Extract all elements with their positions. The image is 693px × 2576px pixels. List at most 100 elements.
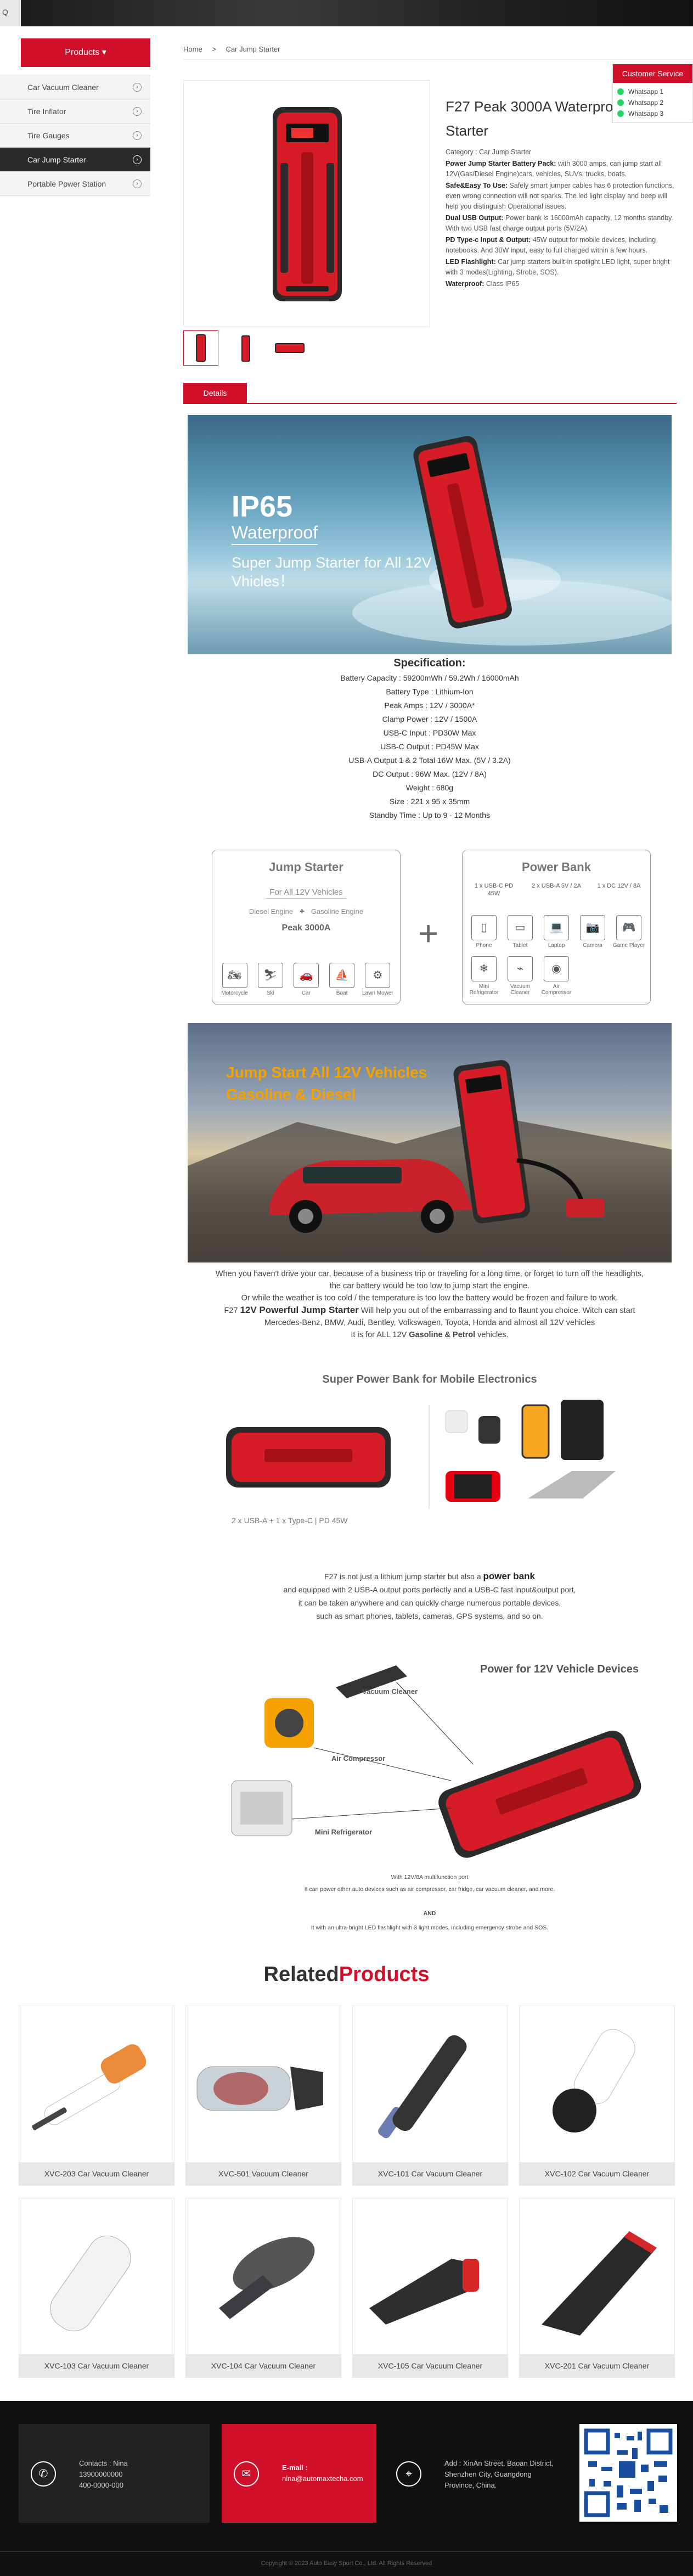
desc-fragment: vehicles. bbox=[475, 1331, 509, 1339]
product-name[interactable]: XVC-105 Car Vacuum Cleaner bbox=[353, 2354, 508, 2377]
note-line: With 12V/8A multifunction port bbox=[391, 1874, 469, 1881]
description-2: F27 is not just a lithium jump starter b… bbox=[188, 1570, 672, 1623]
qr-code bbox=[579, 2424, 677, 2522]
vehicle-icons: 🏍 Motorcycle ⛷ Ski 🚗 Car ⛵ Boat ⚙ Lawn Mower bbox=[217, 963, 396, 996]
email-text: E-mail : nina@automaxtecha.com bbox=[282, 2462, 363, 2484]
icon-label: Tablet bbox=[512, 942, 528, 949]
icon-label: Vacuum Cleaner bbox=[510, 984, 530, 996]
whatsapp-link[interactable]: Whatsapp 2 bbox=[613, 97, 692, 108]
product-image bbox=[50, 2235, 131, 2332]
ip65-banner: IP65 Waterproof Super Jump Starter for A… bbox=[188, 415, 672, 654]
product-name[interactable]: XVC-501 Vacuum Cleaner bbox=[186, 2162, 341, 2185]
product-image bbox=[542, 2231, 657, 2336]
feature-item: PD Type-c Input & Output: 45W output for… bbox=[446, 235, 675, 256]
product-card[interactable]: XVC-105 Car Vacuum Cleaner bbox=[352, 2198, 508, 2378]
product-card[interactable]: XVC-203 Car Vacuum Cleaner bbox=[19, 2006, 174, 2186]
product-thumbnail[interactable] bbox=[183, 330, 218, 366]
sidebar: Products ▾ Car Vacuum Cleaner › Tire Infl… bbox=[0, 38, 150, 196]
feature-item: LED Flashlight: Car jump starters built-… bbox=[446, 257, 675, 278]
breadcrumb-sep: > bbox=[212, 45, 216, 53]
product-name[interactable]: XVC-102 Car Vacuum Cleaner bbox=[520, 2162, 674, 2185]
breadcrumb-home[interactable]: Home bbox=[183, 45, 202, 53]
copyright: Copyright © 2023 Auto Easy Sport Co., Lt… bbox=[261, 2560, 432, 2567]
sidebar-item-tire-gauges[interactable]: Tire Gauges › bbox=[0, 124, 150, 148]
jump-starter-subtitle: For All 12V Vehicles bbox=[212, 888, 400, 899]
spec-row: Battery Capacity : 59200mWh / 59.2Wh / 1… bbox=[340, 674, 519, 682]
desc-line: Mercedes-Benz, BMW, Audi, Bentley, Volks… bbox=[264, 1318, 595, 1327]
desc-highlight: power bank bbox=[483, 1571, 535, 1581]
product-thumbnail[interactable] bbox=[273, 331, 308, 366]
desc-fragment: F27 bbox=[224, 1306, 240, 1315]
note-and: AND bbox=[423, 1910, 436, 1917]
product-image bbox=[369, 2259, 479, 2325]
sidebar-item-car-jump-starter[interactable]: Car Jump Starter › bbox=[0, 148, 150, 172]
feature-item: Waterproof: Class IP65 bbox=[446, 279, 675, 289]
whatsapp-link[interactable]: Whatsapp 1 bbox=[613, 86, 692, 97]
icon-label: Motorcycle bbox=[221, 990, 248, 996]
feature-head: Safe&Easy To Use: bbox=[446, 182, 508, 189]
footer-address: ⌖ Add : XinAn Street, Baoan District, Sh… bbox=[384, 2424, 571, 2523]
car-scene bbox=[188, 1060, 672, 1262]
product-thumbnail[interactable] bbox=[228, 331, 263, 366]
chevron-right-icon: › bbox=[133, 179, 142, 188]
sidebar-item-car-vacuum-cleaner[interactable]: Car Vacuum Cleaner › bbox=[0, 75, 150, 99]
desc-line: It is for ALL 12V Gasoline & Petrol vehi… bbox=[188, 1329, 672, 1341]
customer-service-title[interactable]: Customer Service bbox=[613, 64, 692, 83]
desc-fragment: F27 is not just a lithium jump starter b… bbox=[324, 1572, 483, 1581]
spec-row: Standby Time : Up to 9 - 12 Months bbox=[369, 811, 491, 820]
car-icon: 🚗 Car bbox=[290, 963, 323, 996]
product-name[interactable]: XVC-203 Car Vacuum Cleaner bbox=[19, 2162, 174, 2185]
jump-starter-box: Jump Starter For All 12V Vehicles Diesel… bbox=[212, 850, 401, 1004]
product-card[interactable]: XVC-103 Car Vacuum Cleaner bbox=[19, 2198, 174, 2378]
feature-text: Class IP65 bbox=[484, 280, 520, 288]
product-name[interactable]: XVC-201 Car Vacuum Cleaner bbox=[520, 2354, 674, 2377]
product-card[interactable]: XVC-101 Car Vacuum Cleaner bbox=[352, 2006, 508, 2186]
spec-row: Clamp Power : 12V / 1500A bbox=[382, 715, 477, 723]
tab-details[interactable]: Details bbox=[183, 383, 247, 403]
port-dc: 1 x DC 12V / 8A bbox=[597, 883, 641, 889]
vacuum-cleaner-label: Vacuum Cleaner bbox=[362, 1687, 418, 1696]
contact-phone[interactable]: 13900000000 bbox=[79, 2469, 128, 2480]
search-icon[interactable]: Q bbox=[0, 0, 21, 26]
note-line: It can power other auto devices such as … bbox=[304, 1886, 555, 1893]
email-link[interactable]: nina@automaxtecha.com bbox=[282, 2473, 363, 2484]
product-card[interactable]: XVC-104 Car Vacuum Cleaner bbox=[185, 2198, 341, 2378]
sidebar-item-label: Tire Inflator bbox=[27, 107, 66, 116]
product-name[interactable]: XVC-104 Car Vacuum Cleaner bbox=[186, 2354, 341, 2377]
contact-phone[interactable]: 400-0000-000 bbox=[79, 2480, 128, 2491]
sidebar-header[interactable]: Products ▾ bbox=[21, 38, 150, 67]
tablet-icon: ▭ Tablet bbox=[502, 915, 538, 949]
desc-line: it can be taken anywhere and can quickly… bbox=[298, 1598, 561, 1607]
jump-starter-title: Jump Starter bbox=[269, 860, 343, 874]
mini-refrigerator-icon: ❄ Mini Refrigerator bbox=[466, 956, 502, 996]
note-line: It with an ultra-bright LED flashlight w… bbox=[311, 1924, 549, 1931]
product-card[interactable]: XVC-102 Car Vacuum Cleaner bbox=[519, 2006, 675, 2186]
product-name[interactable]: XVC-101 Car Vacuum Cleaner bbox=[353, 2162, 508, 2185]
footer-contact: ✆ Contacts : Nina 13900000000 400-0000-0… bbox=[19, 2424, 210, 2523]
spec-row: DC Output : 96W Max. (12V / 8A) bbox=[373, 770, 487, 778]
whatsapp-link[interactable]: Whatsapp 3 bbox=[613, 108, 692, 119]
feature-item: Power Jump Starter Battery Pack: with 30… bbox=[446, 159, 675, 179]
product-card[interactable]: XVC-201 Car Vacuum Cleaner bbox=[519, 2198, 675, 2378]
icon-label: Laptop bbox=[548, 942, 565, 949]
sidebar-item-tire-inflator[interactable]: Tire Inflator › bbox=[0, 99, 150, 124]
super-power-title: Super Power Bank for Mobile Electronics bbox=[322, 1373, 537, 1385]
feature-head: Dual USB Output: bbox=[446, 214, 504, 222]
product-image bbox=[219, 2237, 315, 2319]
footer-divider bbox=[0, 2551, 693, 2552]
sidebar-item-portable-power-station[interactable]: Portable Power Station › bbox=[0, 172, 150, 196]
description-1: When you haven't drive your car, because… bbox=[188, 1268, 672, 1341]
desc-fragment: Will help you out of the embarrassing an… bbox=[358, 1306, 635, 1315]
jump-start-banner: Jump Start All 12V Vehicles Gasoline & Di… bbox=[188, 1023, 672, 1262]
icon-label: Air Compressor bbox=[541, 984, 572, 996]
related-title-a: Related bbox=[263, 1963, 339, 1986]
product-main-image[interactable] bbox=[183, 80, 430, 327]
product-name[interactable]: XVC-103 Car Vacuum Cleaner bbox=[19, 2354, 174, 2377]
tab-underline bbox=[183, 403, 677, 404]
category-label: Category : bbox=[446, 148, 477, 156]
icon-label: Ski bbox=[266, 990, 274, 996]
breadcrumb-current[interactable]: Car Jump Starter bbox=[226, 45, 280, 53]
vehicle-devices-title: Power for 12V Vehicle Devices bbox=[480, 1663, 639, 1675]
product-card[interactable]: XVC-501 Vacuum Cleaner bbox=[185, 2006, 341, 2186]
category-value[interactable]: Car Jump Starter bbox=[479, 148, 531, 156]
